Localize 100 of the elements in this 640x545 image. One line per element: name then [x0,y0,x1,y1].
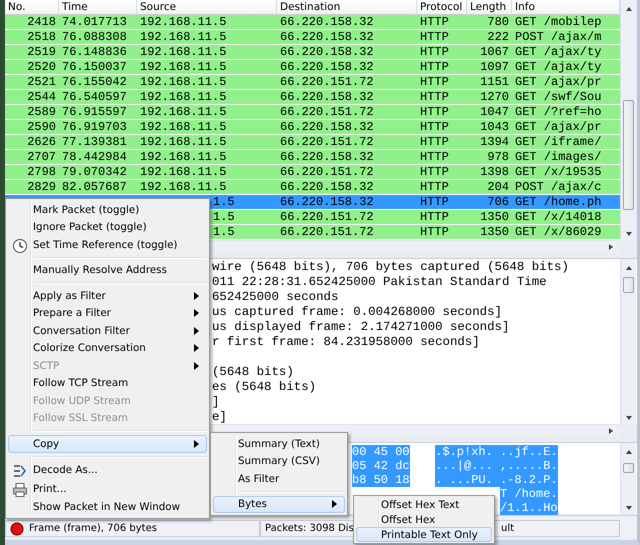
table-cell: HTTP [420,105,449,119]
vertical-scrollbar[interactable] [620,0,636,240]
table-cell: HTTP [420,165,449,179]
table-cell: 2590 [27,120,56,134]
menu-item[interactable]: Copy [8,435,207,452]
table-cell: 192.168.11.5 [140,135,226,149]
table-cell: 76.155042 [62,75,127,89]
table-cell: 2589 [27,105,56,119]
packet-row[interactable]: 2590 76.919703 192.168.11.5 66.220.158.32 HTTP 1043 GET /ajax/pr [5,120,620,135]
menu-item[interactable]: Print... [8,480,207,498]
table-cell: 76.148836 [62,45,127,59]
detail-line[interactable]: us captured frame: 0.004268000 seconds] [212,305,502,320]
submenu-arrow-icon [194,362,199,370]
table-cell: 66.220.151.72 [280,165,374,179]
scroll-thumb[interactable] [623,100,634,210]
table-cell: 66.220.151.72 [280,75,374,89]
menu-item[interactable]: Summary (CSV) [213,452,345,470]
packet-row[interactable]: 2544 76.540597 192.168.11.5 66.220.158.32 HTTP 1270 GET /swf/Sou [5,90,620,105]
menu-item[interactable]: Show Packet in New Window [8,498,207,516]
packet-row[interactable]: 2519 76.148836 192.168.11.5 66.220.158.32 HTTP 1067 GET /ajax/ty [5,45,620,60]
detail-line[interactable]: wire (5648 bits), 706 bytes captured (5648 bits) [212,260,569,275]
table-cell: 1.5 [213,225,235,239]
table-cell: HTTP [420,135,449,149]
table-cell: 66.220.158.32 [280,60,374,74]
table-cell: 77.139381 [62,135,127,149]
table-cell: 192.168.11.5 [140,45,226,59]
table-cell: 2520 [27,60,56,74]
table-cell: 76.540597 [62,90,127,104]
table-cell: 76.088308 [62,30,127,44]
packet-row[interactable]: 2626 77.139381 192.168.11.5 66.220.151.72 HTTP 1394 GET /iframe/ [5,135,620,150]
table-cell: 222 [487,30,509,44]
table-cell: 1067 [480,45,509,59]
table-cell: 978 [487,150,509,164]
menu-item[interactable]: Offset Hex Text [356,497,492,512]
menu-item[interactable]: Follow TCP Stream [8,374,207,392]
menu-item[interactable]: Bytes [213,496,345,513]
table-cell: 66.220.151.72 [280,105,374,119]
scroll-thumb[interactable] [623,277,634,293]
packet-row[interactable]: 2518 76.088308 192.168.11.5 66.220.158.32 HTTP 222 POST /ajax/m [5,30,620,45]
table-cell: HTTP [420,60,449,74]
packet-row[interactable]: 2798 79.070342 192.168.11.5 66.220.151.72 HTTP 1398 GET /x/19535 [5,165,620,180]
table-cell: 66.220.158.32 [280,195,374,209]
detail-line[interactable]: 011 22:28:31.652425000 Pakistan Standard Time [212,275,547,290]
table-cell: 66.220.158.32 [280,180,374,194]
detail-line[interactable]: us displayed frame: 2.174271000 seconds] [212,320,510,335]
table-cell: HTTP [420,120,449,134]
packet-row[interactable]: 2521 76.155042 192.168.11.5 66.220.151.72 HTTP 1151 GET /ajax/pr [5,75,620,90]
menu-item[interactable]: Manually Resolve Address [8,262,207,279]
table-cell: POST /ajax/c [515,180,602,194]
detail-line[interactable]: es (5648 bits) [212,380,316,395]
packet-row[interactable]: 2829 82.057687 192.168.11.5 66.220.158.32 HTTP 204 POST /ajax/c [5,180,620,195]
vertical-scrollbar[interactable] [620,443,636,514]
table-cell: GET /x/19535 [515,165,602,179]
submenu-arrow-icon [332,500,337,508]
table-cell: 66.220.158.32 [280,30,374,44]
packet-row[interactable]: 2707 78.442984 192.168.11.5 66.220.158.32 HTTP 978 GET /images/ [5,150,620,165]
table-cell: 2519 [27,45,56,59]
detail-line[interactable]: 652425000 seconds [212,290,338,305]
table-cell: 79.070342 [62,165,127,179]
table-cell: 192.168.11.5 [140,180,226,194]
vertical-scrollbar[interactable] [620,259,636,424]
table-cell: HTTP [420,180,449,194]
packet-row[interactable]: 2589 76.915597 192.168.11.5 66.220.151.72 HTTP 1047 GET /?ref=ho [5,105,620,120]
table-cell: 1151 [480,75,509,89]
submenu-arrow-icon [194,440,199,448]
table-cell: GET /ajax/pr [515,120,602,134]
table-cell: 192.168.11.5 [140,165,226,179]
menu-item[interactable]: Offset Hex [356,512,492,527]
detail-line[interactable]: r first frame: 84.231958000 seconds] [212,335,480,350]
detail-line[interactable]: e] [212,410,227,425]
menu-item[interactable]: As Filter [213,470,345,488]
menu-item[interactable]: Printable Text Only [356,527,492,542]
table-cell: GET /ajax/ty [515,60,602,74]
menu-item[interactable]: Colorize Conversation [8,340,207,357]
detail-line[interactable]: (5648 bits) [212,365,294,380]
scroll-thumb[interactable] [623,463,634,473]
table-cell: 1398 [480,165,509,179]
packet-row[interactable]: 2520 76.150037 192.168.11.5 66.220.158.32 HTTP 1097 GET /ajax/ty [5,60,620,75]
table-cell: 192.168.11.5 [140,30,226,44]
table-cell: 1043 [480,120,509,134]
table-cell: GET /?ref=ho [515,105,602,119]
menu-item[interactable]: Prepare a Filter [8,304,207,322]
record-indicator-icon [10,522,24,536]
table-cell: 706 [487,195,509,209]
table-cell: 1350 [480,225,509,239]
detail-line[interactable]: ] [212,395,220,410]
table-cell: 2544 [27,90,56,104]
table-cell: 1394 [480,135,509,149]
table-cell: 66.220.158.32 [280,15,374,29]
menu-item[interactable]: Decode As... [8,460,207,480]
table-cell: 192.168.11.5 [140,15,226,29]
table-cell: 192.168.11.5 [140,105,226,119]
menu-item[interactable]: Apply as Filter [8,287,207,304]
table-cell: 66.220.158.32 [280,90,374,104]
table-cell: 66.220.158.32 [280,150,374,164]
table-cell: GET /ajax/pr [515,75,602,89]
packet-row[interactable]: 2418 74.017713 192.168.11.5 66.220.158.32 HTTP 780 GET /mobilep [5,15,620,30]
menu-item[interactable]: Conversation Filter [8,322,207,340]
printer-icon [12,482,28,498]
menu-item[interactable]: Summary (Text) [213,435,345,452]
